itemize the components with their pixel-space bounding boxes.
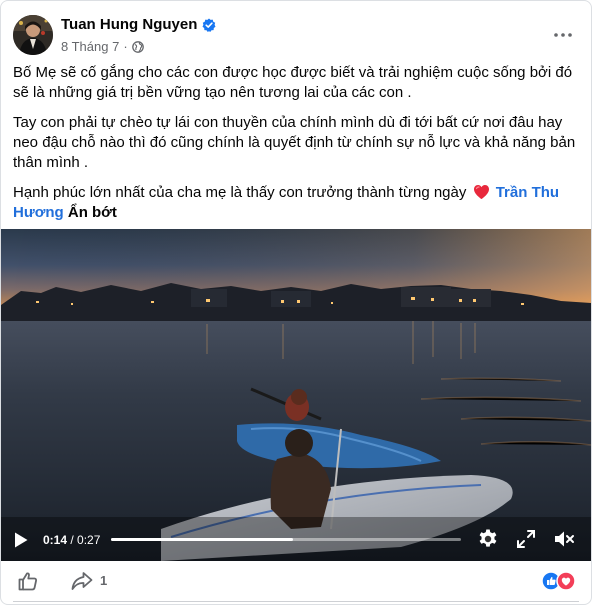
author-avatar[interactable]: [13, 15, 53, 55]
total-duration: 0:27: [77, 533, 101, 547]
meta-separator: ·: [123, 39, 128, 54]
author-name[interactable]: Tuan Hung Nguyen: [61, 16, 197, 33]
video-time: 0:14 / 0:27: [43, 533, 100, 547]
reaction-summary[interactable]: [541, 571, 577, 591]
muted-speaker-icon[interactable]: [553, 528, 575, 550]
post-header: Tuan Hung Nguyen 8 Tháng 7 ·: [13, 13, 581, 57]
thumbs-up-icon[interactable]: [17, 570, 39, 592]
post-text: Bố Mẹ sẽ cố gắng cho các con được học đư…: [13, 63, 579, 233]
see-less-button[interactable]: Ẩn bớt: [68, 204, 117, 221]
share-count[interactable]: 1: [100, 573, 107, 588]
play-icon[interactable]: [13, 531, 29, 549]
globe-icon: [131, 40, 144, 53]
time-separator: /: [67, 533, 78, 547]
post-actions: 1: [13, 567, 579, 597]
video-progress-bar[interactable]: [111, 538, 461, 541]
video-frame: [1, 229, 591, 561]
verified-badge-icon: [202, 18, 216, 32]
post-paragraph: Tay con phải tự chèo tự lái con thuyền c…: [13, 114, 576, 171]
post-paragraph-last: Hạnh phúc lớn nhất của cha mẹ là thấy co…: [13, 183, 579, 223]
video-progress-fill: [111, 538, 293, 541]
video-player[interactable]: 0:14 / 0:27: [1, 229, 591, 561]
author-name-row: Tuan Hung Nguyen: [61, 16, 216, 33]
more-options-icon[interactable]: [549, 21, 577, 49]
post-paragraph: Bố Mẹ sẽ cố gắng cho các con được học đư…: [13, 64, 573, 101]
post-paragraph-text: Hạnh phúc lớn nhất của cha mẹ là thấy co…: [13, 184, 467, 201]
fullscreen-icon[interactable]: [515, 528, 537, 550]
video-controls: 0:14 / 0:27: [1, 517, 591, 561]
footer-divider: [13, 601, 579, 602]
post-meta: 8 Tháng 7 ·: [61, 39, 144, 54]
share-icon[interactable]: [71, 571, 93, 591]
current-time: 0:14: [43, 533, 68, 547]
red-heart-icon: [473, 184, 490, 200]
gear-icon[interactable]: [477, 528, 499, 550]
post-card: Tuan Hung Nguyen 8 Tháng 7 · Bố Mẹ sẽ cố…: [0, 0, 592, 605]
post-date[interactable]: 8 Tháng 7: [61, 39, 119, 54]
